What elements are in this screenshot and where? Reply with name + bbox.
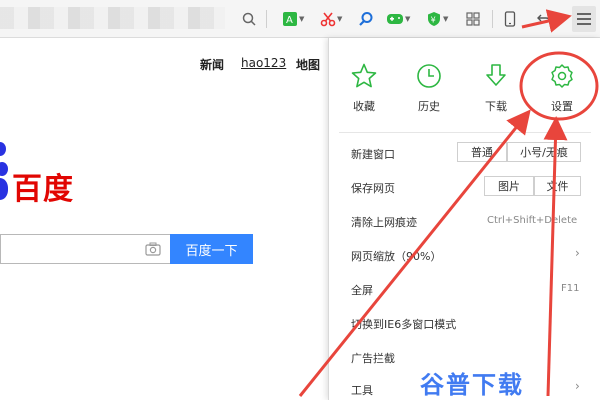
gear-icon <box>551 64 573 88</box>
tools-item[interactable]: 工具 <box>351 382 373 398</box>
magnifier-icon[interactable] <box>358 8 374 30</box>
address-bar[interactable] <box>0 7 225 29</box>
save-as-image-button[interactable]: 图片 <box>484 176 534 196</box>
clear-traces-item[interactable]: 清除上网痕迹 <box>351 214 417 230</box>
menu-hamburger-icon[interactable] <box>572 6 596 32</box>
new-window-normal-button[interactable]: 普通 <box>457 142 507 162</box>
history-button[interactable]: 历史 <box>404 62 454 114</box>
clock-icon <box>417 64 441 88</box>
settings-button[interactable]: 设置 <box>537 62 587 114</box>
camera-icon[interactable] <box>145 242 161 256</box>
fullscreen-shortcut: F11 <box>561 283 580 294</box>
fullscreen-item[interactable]: 全屏 <box>351 282 373 298</box>
downloads-label: 下载 <box>485 100 507 113</box>
browser-menu-panel: 收藏 历史 下载 设置 新建窗口 普通 小号/无痕 保存网页 图片 文件 清除上… <box>328 38 600 400</box>
chevron-right-icon: › <box>575 379 580 393</box>
new-window-item[interactable]: 新建窗口 <box>351 146 395 162</box>
browser-toolbar: A ▼ ▼ ▼ ¥ ▼ <box>0 0 600 38</box>
favorites-button[interactable]: 收藏 <box>339 62 389 114</box>
payment-shield-icon[interactable]: ¥ ▼ <box>426 8 448 30</box>
news-link[interactable]: 新闻 <box>200 56 224 73</box>
scissors-icon[interactable]: ▼ <box>320 8 342 30</box>
search-input[interactable] <box>0 234 170 264</box>
new-window-private-button[interactable]: 小号/无痕 <box>507 142 581 162</box>
svg-text:A: A <box>286 15 293 26</box>
zoom-item[interactable]: 网页缩放（90%） <box>351 248 441 264</box>
clear-traces-shortcut: Ctrl+Shift+Delete <box>487 215 578 226</box>
hao123-link[interactable]: hao123 <box>241 56 286 70</box>
settings-label: 设置 <box>551 100 573 113</box>
gamepad-icon[interactable]: ▼ <box>386 8 410 30</box>
save-page-item[interactable]: 保存网页 <box>351 180 395 196</box>
menu-divider <box>339 132 591 133</box>
undo-icon[interactable] <box>536 8 552 30</box>
search-button[interactable]: 百度一下 <box>170 234 253 264</box>
downloads-button[interactable]: 下载 <box>471 62 521 114</box>
star-icon <box>351 63 377 88</box>
baidu-logo-text: 百度 <box>12 172 74 207</box>
search-icon[interactable] <box>242 8 256 30</box>
favorites-label: 收藏 <box>353 100 375 113</box>
translate-icon[interactable]: A ▼ <box>282 8 304 30</box>
mobile-icon[interactable] <box>504 8 516 30</box>
svg-text:¥: ¥ <box>431 16 436 25</box>
ad-block-item[interactable]: 广告拦截 <box>351 350 395 366</box>
ie6-mode-item[interactable]: 切换到IE6多窗口模式 <box>351 316 456 332</box>
history-label: 历史 <box>418 100 440 113</box>
download-icon <box>486 64 506 86</box>
save-as-file-button[interactable]: 文件 <box>534 176 581 196</box>
apps-grid-icon[interactable] <box>466 8 480 30</box>
map-link[interactable]: 地图 <box>296 56 320 73</box>
chevron-right-icon: › <box>575 246 580 260</box>
web-page: 新闻 hao123 地图 百度 百度一下 <box>0 38 328 400</box>
watermark: 谷普下载 <box>420 371 524 399</box>
